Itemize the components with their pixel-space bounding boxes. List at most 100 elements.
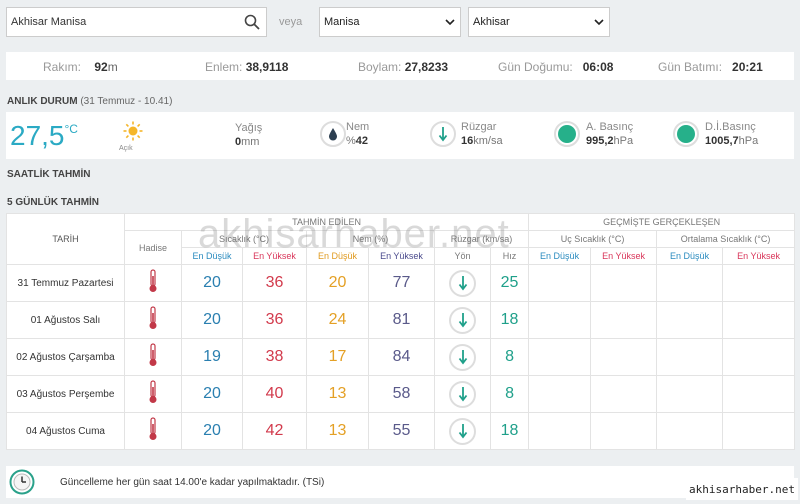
cell-wind-speed: 18 [489, 412, 530, 450]
cell-hadise-cell [124, 338, 182, 376]
cell-wind-speed: 18 [489, 301, 530, 339]
cell-n-low: 13 [306, 412, 369, 450]
table-row: 31 Temmuz Pazartesi 20 36 20 77 25 [6, 264, 796, 302]
update-note-text: Güncelleme her gün saat 14.00'e kadar ya… [60, 477, 325, 488]
col-tarih: TARİH [6, 213, 125, 265]
cell-hadise-cell [124, 375, 182, 413]
wind-direction-icon [449, 306, 476, 334]
sub-en-yuksek: En Yüksek [722, 247, 796, 265]
cell-date: 02 Ağustos Çarşamba [6, 338, 125, 376]
cell-wind-dir [434, 301, 491, 339]
cell-empty [590, 375, 658, 413]
a-basinc: A. Basınç 995,2hPa [586, 121, 634, 147]
saatlik-tahmin-title[interactable]: SAATLİK TAHMİN [7, 169, 91, 180]
sub-en-yuksek: En Yüksek [242, 247, 307, 265]
cell-empty [528, 375, 592, 413]
thermometer-icon [148, 379, 158, 408]
cell-t-high: 36 [242, 301, 307, 339]
cell-wind-speed: 8 [489, 338, 530, 376]
search-box[interactable] [6, 7, 267, 37]
cell-hadise-cell [124, 301, 182, 339]
sea-pressure-icon [673, 121, 699, 147]
watermark-badge: akhisarhaber.net [686, 478, 798, 500]
col-gecmiste: GEÇMİŞTE GERÇEKLEŞEN [528, 213, 796, 231]
wind-direction-icon [430, 121, 456, 147]
cell-t-low: 20 [181, 412, 243, 450]
cell-empty [590, 412, 658, 450]
cell-empty [722, 338, 796, 376]
sun-icon [123, 121, 143, 141]
cell-empty [656, 412, 724, 450]
thermometer-icon [148, 268, 158, 297]
anlik-durum-title: ANLIK DURUM (31 Temmuz - 10.41) [7, 96, 173, 107]
sub-en-yuksek: En Yüksek [590, 247, 658, 265]
ilce-select[interactable]: Akhisar [468, 7, 610, 37]
cell-n-high: 55 [368, 412, 435, 450]
rakim: Rakım: 92m [43, 60, 118, 74]
gunluk-tahmin-title: 5 GÜNLÜK TAHMİN [7, 197, 100, 208]
search-icon[interactable] [238, 8, 266, 36]
cell-n-high: 84 [368, 338, 435, 376]
cell-n-low: 13 [306, 375, 369, 413]
cell-n-low: 17 [306, 338, 369, 376]
sub-en-dusuk: En Düşük [181, 247, 243, 265]
cell-t-low: 19 [181, 338, 243, 376]
cell-empty [722, 375, 796, 413]
cell-n-low: 24 [306, 301, 369, 339]
pressure-icon [554, 121, 580, 147]
cell-date: 31 Temmuz Pazartesi [6, 264, 125, 302]
cell-hadise-cell [124, 264, 182, 302]
location-info-bar: Rakım: 92m Enlem: 38,9118 Boylam: 27,823… [6, 52, 794, 80]
il-select[interactable]: Manisa [319, 7, 461, 37]
cell-empty [722, 412, 796, 450]
cell-empty [656, 264, 724, 302]
sub-en-dusuk: En Düşük [528, 247, 592, 265]
thermometer-icon [148, 416, 158, 445]
cell-t-low: 20 [181, 264, 243, 302]
search-input[interactable] [7, 8, 238, 36]
current-temperature: 27,5°C [10, 120, 78, 151]
cell-t-high: 38 [242, 338, 307, 376]
cell-wind-dir [434, 412, 491, 450]
col-tahmin-edilen: TAHMİN EDİLEN [123, 213, 530, 231]
cell-empty [528, 412, 592, 450]
col-nem: Nem (%) [306, 230, 435, 248]
sub-hiz: Hız [489, 247, 530, 265]
cell-t-low: 20 [181, 375, 243, 413]
wind-direction-icon [449, 343, 476, 371]
cell-t-high: 40 [242, 375, 307, 413]
thermometer-icon [148, 305, 158, 334]
enlem: Enlem: 38,9118 [205, 60, 289, 74]
chevron-down-icon [445, 19, 455, 26]
cell-empty [590, 301, 658, 339]
table-row: 04 Ağustos Cuma 20 42 13 55 18 [6, 412, 796, 450]
cell-n-low: 20 [306, 264, 369, 302]
cell-wind-speed: 8 [489, 375, 530, 413]
cell-t-low: 20 [181, 301, 243, 339]
ilce-select-value: Akhisar [473, 16, 510, 28]
thermometer-icon [148, 342, 158, 371]
col-hadise: Hadise [124, 230, 182, 265]
cell-wind-dir [434, 264, 491, 302]
di-basinc: D.İ.Basınç 1005,7hPa [705, 121, 759, 147]
chevron-down-icon [594, 19, 604, 26]
boylam: Boylam: 27,8233 [358, 60, 449, 74]
table-row: 02 Ağustos Çarşamba 19 38 17 84 8 [6, 338, 796, 376]
col-ruzgar: Rüzgar (km/sa) [433, 230, 530, 248]
sub-en-dusuk: En Düşük [306, 247, 369, 265]
gun-dogumu: Gün Doğumu: 06:08 [498, 60, 614, 74]
cell-n-high: 58 [368, 375, 435, 413]
wind-direction-icon [449, 380, 476, 408]
col-uc-sicaklik: Uç Sıcaklık (°C) [528, 230, 658, 248]
cell-n-high: 77 [368, 264, 435, 302]
cell-empty [528, 301, 592, 339]
humidity-icon [320, 121, 346, 147]
yagis: Yağış 0mm [235, 122, 263, 148]
cell-n-high: 81 [368, 301, 435, 339]
table-row: 03 Ağustos Perşembe 20 40 13 58 8 [6, 375, 796, 413]
cell-empty [590, 264, 658, 302]
cell-date: 03 Ağustos Perşembe [6, 375, 125, 413]
table-row: 01 Ağustos Salı 20 36 24 81 18 [6, 301, 796, 339]
cell-empty [656, 301, 724, 339]
cell-empty [656, 375, 724, 413]
